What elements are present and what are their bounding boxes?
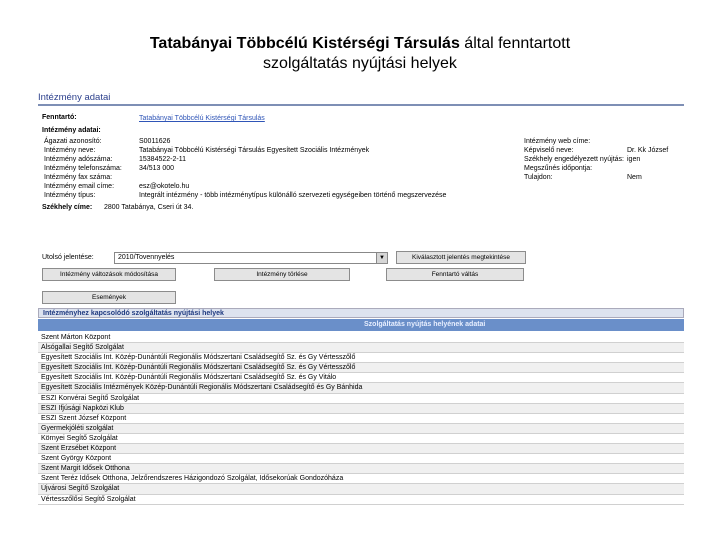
- table-row[interactable]: Egyesített Szociális Int. Közép-Dunántúl…: [38, 353, 684, 364]
- field-label: Intézmény adószáma:: [44, 156, 113, 163]
- right-field-value: Dr. Kk József: [627, 147, 669, 154]
- table-row[interactable]: Egyesített Szociális Int. Közép-Dunántúl…: [38, 373, 684, 384]
- table-row[interactable]: Környei Segítő Szolgálat: [38, 434, 684, 445]
- report-select-value: 2010/Tovennyelés: [118, 254, 175, 261]
- column-header-2: Szolgáltatás nyújtás helyének adatai: [364, 321, 486, 328]
- right-field-value: Nem: [627, 174, 642, 181]
- field-value: S0011626: [139, 138, 171, 145]
- fenntarto-link[interactable]: Tatabányai Többcélú Kistérségi Társulás: [139, 114, 265, 123]
- field-label: Intézmény fax száma:: [44, 174, 113, 181]
- table-row[interactable]: ESZI Konvérai Segítő Szolgálat: [38, 394, 684, 404]
- view-report-button[interactable]: Kiválasztott jelentés megtekintése: [396, 251, 526, 264]
- table-row[interactable]: Gyermekjóléti szolgálat: [38, 423, 684, 434]
- change-maintainer-button[interactable]: Fenntartó váltás: [386, 268, 524, 281]
- table-row[interactable]: Szent György Központ: [38, 454, 684, 465]
- field-label: Intézmény neve:: [44, 147, 96, 154]
- service-locations-table: Szent Márton Központ Alsógallai Segítő S…: [38, 333, 684, 505]
- service-locations-header: Intézményhez kapcsolódó szolgáltatás nyú…: [38, 308, 684, 318]
- szekhely-label: Székhely címe:: [42, 204, 93, 211]
- table-row[interactable]: Vértesszőlősi Segítő Szolgálat: [38, 495, 684, 505]
- panel-header: Intézmény adatai: [38, 92, 684, 106]
- fenntarto-label: Fenntartó:: [42, 114, 77, 121]
- slide-title-line2: szolgáltatás nyújtási helyek: [263, 55, 457, 72]
- screenshot-panel: Intézmény adatai Fenntartó: Tatabányai T…: [38, 86, 684, 531]
- modify-institution-button[interactable]: Intézmény változások módosítása: [42, 268, 176, 281]
- slide-title-rest: által fenntartott: [459, 35, 571, 52]
- section-label: Intézmény adatai:: [42, 127, 101, 134]
- right-field-label: Tulajdon:: [524, 174, 553, 181]
- right-field-value: igen: [627, 156, 641, 163]
- table-header: Szolgáltatás nyújtás helyének adatai: [38, 319, 684, 331]
- right-field-label: Megszűnés időpontja:: [524, 165, 593, 172]
- report-select[interactable]: 2010/Tovennyelés ▼: [114, 252, 388, 264]
- field-value: Tatabányai Többcélú Kistérségi Társulás …: [139, 147, 370, 154]
- table-row[interactable]: ESZI Szent József Központ: [38, 414, 684, 424]
- field-value: Integrált intézmény - több intézménytípu…: [139, 192, 447, 199]
- field-value: 34/513 000: [139, 165, 175, 172]
- utolso-label: Utolsó jelentése:: [42, 254, 94, 261]
- table-row[interactable]: Alsógallai Segítő Szolgálat: [38, 343, 684, 354]
- field-value: esz@okotelo.hu: [139, 183, 190, 190]
- right-field-label: Székhely engedélyezett nyújtás:: [524, 156, 625, 163]
- delete-institution-button[interactable]: Intézmény törlése: [214, 268, 350, 281]
- table-row[interactable]: ESZI Ifjúsági Napközi Klub: [38, 403, 684, 414]
- field-label: Intézmény telefonszáma:: [44, 165, 122, 172]
- table-row[interactable]: Egyesített Szociális Intézmények Közép-D…: [38, 383, 684, 394]
- table-row[interactable]: Újvárosi Segítő Szolgálat: [38, 484, 684, 495]
- chevron-down-icon[interactable]: ▼: [376, 253, 387, 263]
- table-row[interactable]: Szent Teréz Idősek Otthona, Jelzőrendsze…: [38, 474, 684, 485]
- field-label: Intézmény típus:: [44, 192, 96, 199]
- right-field-label: Intézmény web címe:: [524, 138, 591, 145]
- panel-header-text: Intézmény adatai: [38, 92, 111, 103]
- right-field-label: Képviselő neve:: [524, 147, 574, 154]
- table-row[interactable]: Szent Márton Központ: [38, 333, 684, 344]
- slide-title: Tatabányai Többcélú Kistérségi Társulás …: [0, 34, 720, 74]
- table-row[interactable]: Szent Erzsébet Központ: [38, 444, 684, 455]
- table-row[interactable]: Szent Margit Idősek Otthona: [38, 464, 684, 475]
- table-row[interactable]: Egyesített Szociális Int. Közép-Dunántúl…: [38, 363, 684, 374]
- events-button[interactable]: Események: [42, 291, 176, 304]
- field-label: Ágazati azonosító:: [44, 138, 102, 145]
- field-value: 15384522-2-11: [139, 156, 186, 163]
- field-label: Intézmény email címe:: [44, 183, 115, 190]
- slide-title-bold: Tatabányai Többcélú Kistérségi Társulás: [149, 35, 460, 52]
- szekhely-value: 2800 Tatabánya, Cseri út 34.: [104, 204, 194, 211]
